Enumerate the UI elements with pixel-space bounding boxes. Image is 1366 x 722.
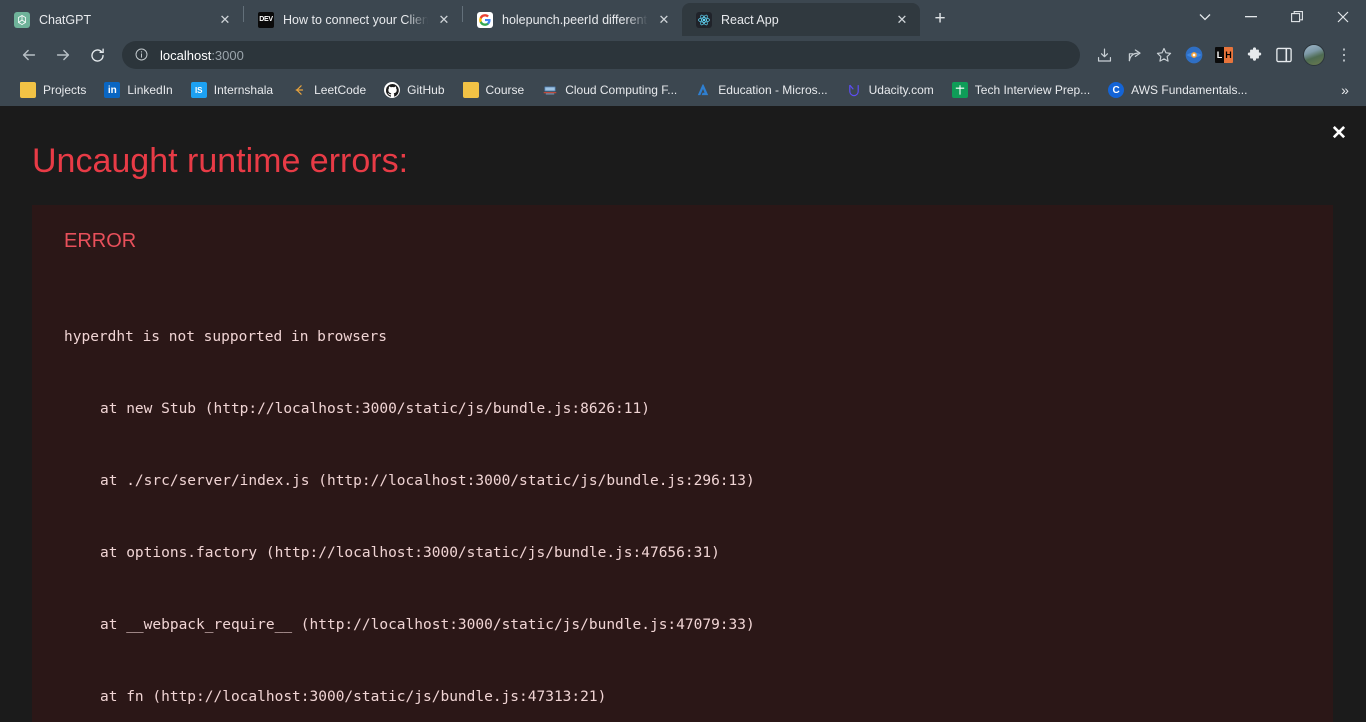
window-restore-button[interactable] [1274, 0, 1320, 34]
window-close-button[interactable] [1320, 0, 1366, 34]
close-icon[interactable]: ✕ [1328, 122, 1350, 144]
bookmark-label: GitHub [407, 83, 445, 97]
extension-eye-icon[interactable] [1180, 41, 1208, 69]
browser-tab-react-app[interactable]: React App ✕ [682, 3, 920, 36]
extension-lh-right: H [1224, 47, 1233, 63]
linkedin-icon: in [104, 82, 121, 98]
reload-button[interactable] [82, 40, 112, 70]
coursera-icon: C [1108, 82, 1125, 98]
tab-title: holepunch.peerId different from t [502, 12, 648, 27]
info-circle-icon[interactable] [134, 47, 150, 63]
tab-list: ChatGPT ✕ DEV How to connect your Client… [0, 0, 954, 36]
tab-close-button[interactable]: ✕ [434, 10, 454, 30]
extension-lh-left: L [1215, 47, 1224, 63]
error-stack: hyperdht is not supported in browsers at… [64, 277, 1317, 722]
url-host: localhost [160, 47, 212, 63]
browser-window: ChatGPT ✕ DEV How to connect your Client… [0, 0, 1366, 722]
bookmark-tech-interview-prep[interactable]: Tech Interview Prep... [944, 78, 1098, 102]
udacity-icon [846, 82, 862, 98]
bookmark-cloud-computing[interactable]: Cloud Computing F... [534, 78, 685, 102]
toolbar-icons: L H ⋮ [1088, 41, 1358, 69]
bookmark-projects[interactable]: Projects [12, 78, 94, 102]
browser-tab-google-search[interactable]: holepunch.peerId different from t ✕ [463, 3, 682, 36]
tab-title: React App [721, 12, 779, 27]
tab-close-button[interactable]: ✕ [892, 10, 912, 30]
page-title: Uncaught runtime errors: [32, 142, 409, 180]
bookmarks-overflow-button[interactable]: » [1334, 79, 1356, 101]
tab-close-button[interactable]: ✕ [654, 10, 674, 30]
bookmarks-bar: Projects in LinkedIn IS Internshala Leet… [0, 74, 1366, 106]
cloud-computing-icon [542, 82, 558, 98]
bookmark-label: Cloud Computing F... [565, 83, 678, 97]
folder-icon [462, 82, 479, 98]
browser-toolbar: localhost:3000 L H ⋮ [0, 36, 1366, 74]
google-icon [477, 11, 493, 28]
page-viewport: ✕ Uncaught runtime errors: ERROR hyperdh… [0, 106, 1366, 722]
chatgpt-icon [14, 11, 30, 28]
forward-button[interactable] [48, 40, 78, 70]
bookmark-linkedin[interactable]: in LinkedIn [96, 78, 180, 102]
bookmark-github[interactable]: GitHub [376, 78, 452, 102]
tab-title: ChatGPT [39, 12, 92, 27]
folder-icon [20, 82, 36, 98]
tab-strip: ChatGPT ✕ DEV How to connect your Client… [0, 0, 1366, 36]
browser-tab-chatgpt[interactable]: ChatGPT ✕ [0, 3, 243, 36]
google-sheets-icon [951, 82, 968, 98]
url-port: :3000 [211, 47, 244, 63]
window-minimize-button[interactable] [1228, 0, 1274, 34]
bookmark-microsoft-education[interactable]: Education - Micros... [687, 78, 835, 102]
address-bar[interactable]: localhost:3000 [122, 41, 1080, 69]
leetcode-icon [291, 82, 307, 98]
tab-search-chevron-down-icon[interactable] [1182, 0, 1228, 34]
window-controls [1182, 0, 1366, 34]
bookmark-label: AWS Fundamentals... [1131, 83, 1248, 97]
bookmark-label: Udacity.com [868, 83, 934, 97]
bookmark-udacity[interactable]: Udacity.com [838, 78, 942, 102]
bookmark-label: LinkedIn [127, 83, 173, 97]
chrome-menu-button[interactable]: ⋮ [1330, 41, 1358, 69]
bookmark-label: Education - Micros... [718, 83, 828, 97]
bookmark-star-icon[interactable] [1150, 41, 1178, 69]
bookmark-label: Course [485, 83, 525, 97]
bookmark-aws-fundamentals[interactable]: C AWS Fundamentals... [1100, 78, 1255, 102]
bookmark-label: LeetCode [314, 83, 367, 97]
tab-title: How to connect your Client side t [283, 12, 428, 27]
extensions-puzzle-icon[interactable] [1240, 41, 1268, 69]
tab-close-button[interactable]: ✕ [215, 10, 235, 30]
github-icon [384, 82, 401, 98]
internshala-icon: IS [190, 82, 207, 98]
bookmark-leetcode[interactable]: LeetCode [283, 78, 374, 102]
stack-frame: at new Stub (http://localhost:3000/stati… [100, 401, 650, 417]
download-icon[interactable] [1090, 41, 1118, 69]
extension-lighthouse-icon[interactable]: L H [1210, 41, 1238, 69]
bookmark-label: Tech Interview Prep... [974, 83, 1091, 97]
back-button[interactable] [14, 40, 44, 70]
url-text: localhost:3000 [160, 48, 244, 63]
stack-frame: at options.factory (http://localhost:300… [100, 545, 720, 561]
stack-frame: at fn (http://localhost:3000/static/js/b… [100, 689, 607, 705]
stack-frame: at __webpack_require__ (http://localhost… [100, 617, 755, 633]
error-card: ERROR hyperdht is not supported in brows… [32, 205, 1333, 722]
bookmark-course[interactable]: Course [455, 78, 533, 102]
avatar[interactable] [1300, 41, 1328, 69]
microsoft-education-icon [695, 82, 711, 98]
share-icon[interactable] [1120, 41, 1148, 69]
new-tab-button[interactable]: + [926, 5, 954, 33]
side-panel-icon[interactable] [1270, 41, 1298, 69]
bookmark-label: Projects [43, 83, 87, 97]
stack-frame: at ./src/server/index.js (http://localho… [100, 473, 755, 489]
error-message: hyperdht is not supported in browsers [64, 329, 388, 345]
error-label: ERROR [64, 230, 137, 252]
browser-tab-devto[interactable]: DEV How to connect your Client side t ✕ [244, 3, 462, 36]
devto-icon: DEV [258, 11, 274, 28]
bookmark-internshala[interactable]: IS Internshala [183, 78, 281, 102]
bookmark-label: Internshala [213, 83, 274, 97]
react-icon [696, 11, 712, 28]
